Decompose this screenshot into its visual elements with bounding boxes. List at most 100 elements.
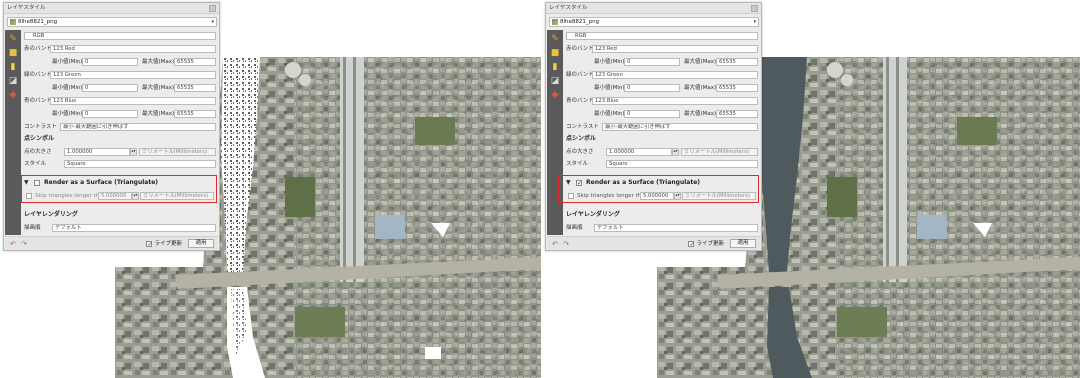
redo-icon[interactable]: ↷ <box>562 240 570 248</box>
live-update-label: ライブ更新 <box>696 241 724 247</box>
undo-icon[interactable]: ↶ <box>9 240 17 248</box>
red-band-label: 赤のバンド <box>566 46 594 52</box>
highlight-box <box>21 175 217 203</box>
min-label: 最小値(Min) <box>594 111 625 117</box>
layer-name: 8lhe8821_png <box>18 19 58 25</box>
renderer-value: RGB <box>33 33 45 39</box>
style-select[interactable]: Square <box>64 160 216 168</box>
mask-icon[interactable]: ◪ <box>550 76 560 86</box>
panel-titlebar: レイヤスタイル <box>4 3 219 14</box>
apply-button[interactable]: 適用 <box>188 239 214 248</box>
layer-select[interactable]: 8lhe8821_png ▾ <box>549 17 759 27</box>
layer-rendering-heading: レイヤレンダリング <box>566 211 620 218</box>
close-icon[interactable] <box>751 5 758 12</box>
undo-icon[interactable]: ↶ <box>551 240 559 248</box>
renderer-value: RGB <box>575 33 587 39</box>
mask-icon[interactable]: ◪ <box>8 76 18 86</box>
blend-label: 描画順 <box>566 225 583 231</box>
close-icon[interactable] <box>209 5 216 12</box>
style-label: スタイル <box>566 161 589 167</box>
red-band-select[interactable]: 123 Red <box>50 45 216 53</box>
red-max-input[interactable]: 65535 <box>716 58 758 66</box>
style-select[interactable]: Square <box>606 160 758 168</box>
point-size-label: 点の大きさ <box>24 149 52 155</box>
blend-label: 描画順 <box>24 225 41 231</box>
live-update-checkbox[interactable]: ✓ <box>688 241 695 248</box>
green-band-select[interactable]: 123 Green <box>50 71 216 79</box>
panel-bottombar: ↶ ↷ ✓ ライブ更新 適用 <box>547 236 760 250</box>
blue-band-select[interactable]: 123 Blue <box>592 97 758 105</box>
spin-arrows-icon[interactable]: ▴▾ <box>130 148 137 156</box>
label-icon[interactable]: ▮ <box>8 62 18 72</box>
red-band-label: 赤のバンド <box>24 46 52 52</box>
blue-min-input[interactable]: 0 <box>624 110 680 118</box>
green-max-input[interactable]: 65535 <box>174 84 216 92</box>
point-symbol-heading: 点シンボル <box>566 135 597 142</box>
blend-select[interactable]: デフォルト <box>52 224 216 232</box>
max-label: 最大値(Max) <box>684 85 717 91</box>
red-min-input[interactable]: 0 <box>82 58 138 66</box>
panel-title: レイヤスタイル <box>549 5 588 11</box>
apply-button[interactable]: 適用 <box>730 239 756 248</box>
label-icon[interactable]: ▮ <box>550 62 560 72</box>
green-band-label: 緑のバンド <box>566 72 594 78</box>
renderer-select[interactable]: RGB <box>566 32 758 40</box>
point-symbol-heading: 点シンボル <box>24 135 55 142</box>
blend-select[interactable]: デフォルト <box>594 224 758 232</box>
green-min-input[interactable]: 0 <box>82 84 138 92</box>
chevron-down-icon: ▾ <box>211 19 214 25</box>
contrast-label: コントラスト <box>24 124 57 130</box>
green-band-label: 緑のバンド <box>24 72 52 78</box>
red-min-input[interactable]: 0 <box>624 58 680 66</box>
live-update-label: ライブ更新 <box>154 241 182 247</box>
layer-rendering-heading: レイヤレンダリング <box>24 211 78 218</box>
live-update-checkbox[interactable]: ✓ <box>146 241 153 248</box>
raster-layer-icon <box>10 19 16 25</box>
green-min-input[interactable]: 0 <box>624 84 680 92</box>
red-max-input[interactable]: 65535 <box>174 58 216 66</box>
live-update-toggle[interactable]: ✓ ライブ更新 <box>146 240 182 248</box>
max-label: 最大値(Max) <box>142 111 175 117</box>
blue-min-input[interactable]: 0 <box>82 110 138 118</box>
spin-arrows-icon[interactable]: ▴▾ <box>672 148 679 156</box>
max-label: 最大値(Max) <box>142 59 175 65</box>
max-label: 最大値(Max) <box>684 111 717 117</box>
point-size-label: 点の大きさ <box>566 149 594 155</box>
blue-band-select[interactable]: 123 Blue <box>50 97 216 105</box>
paintbrush-icon[interactable]: ✎ <box>550 34 560 44</box>
point-unit-select[interactable]: ミリメートル(Millimeters) <box>139 148 216 156</box>
layer-style-panel-left: レイヤスタイル 8lhe8821_png ▾ ✎ ■ ▮ ◪ ◆ RGB 赤のバ… <box>3 2 220 251</box>
point-size-input[interactable]: 1.000000 <box>606 148 672 156</box>
highlight-box <box>558 175 759 203</box>
layers-icon[interactable]: ◆ <box>8 90 18 100</box>
blue-max-input[interactable]: 65535 <box>174 110 216 118</box>
blue-band-label: 青のバンド <box>566 98 594 104</box>
panel-content: RGB 赤のバンド 123 Red 最小値(Min) 0 最大値(Max) 65… <box>21 30 218 235</box>
contrast-select[interactable]: 最小-最大範囲に引き伸ばす <box>60 123 216 131</box>
min-label: 最小値(Min) <box>594 59 625 65</box>
redo-icon[interactable]: ↷ <box>20 240 28 248</box>
red-band-select[interactable]: 123 Red <box>592 45 758 53</box>
point-size-input[interactable]: 1.000000 <box>64 148 130 156</box>
min-label: 最小値(Min) <box>594 85 625 91</box>
layers-icon[interactable]: ◆ <box>550 90 560 100</box>
panel-title: レイヤスタイル <box>7 5 46 11</box>
panel-titlebar: レイヤスタイル <box>546 3 761 14</box>
min-label: 最小値(Min) <box>52 85 83 91</box>
blue-max-input[interactable]: 65535 <box>716 110 758 118</box>
chevron-down-icon: ▾ <box>753 19 756 25</box>
cube-icon[interactable]: ■ <box>8 48 18 58</box>
contrast-select[interactable]: 最小-最大範囲に引き伸ばす <box>602 123 758 131</box>
green-band-select[interactable]: 123 Green <box>592 71 758 79</box>
layer-select[interactable]: 8lhe8821_png ▾ <box>7 17 217 27</box>
max-label: 最大値(Max) <box>684 59 717 65</box>
green-max-input[interactable]: 65535 <box>716 84 758 92</box>
paintbrush-icon[interactable]: ✎ <box>8 34 18 44</box>
min-label: 最小値(Min) <box>52 111 83 117</box>
live-update-toggle[interactable]: ✓ ライブ更新 <box>688 240 724 248</box>
max-label: 最大値(Max) <box>142 85 175 91</box>
point-unit-select[interactable]: ミリメートル(Millimeters) <box>681 148 758 156</box>
cube-icon[interactable]: ■ <box>550 48 560 58</box>
layer-style-panel-right: レイヤスタイル 8lhe8821_png ▾ ✎ ■ ▮ ◪ ◆ RGB 赤のバ… <box>545 2 762 251</box>
renderer-select[interactable]: RGB <box>24 32 216 40</box>
